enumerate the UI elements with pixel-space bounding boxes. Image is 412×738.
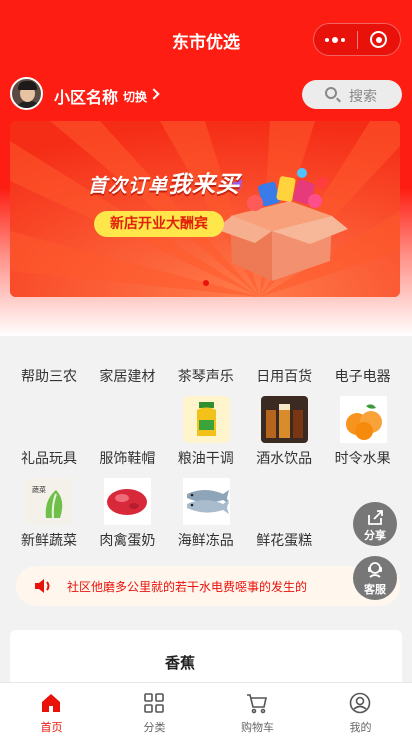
category-label: 酒水饮品 xyxy=(256,451,313,467)
top-nav-bar: 东市优选 xyxy=(0,0,412,66)
category-label: 电子电器 xyxy=(334,369,391,385)
banner-indicator-dot[interactable] xyxy=(203,280,209,286)
banner-promo-pill: 新店开业大酬宾 xyxy=(94,211,224,237)
share-label: 分享 xyxy=(364,529,386,542)
home-icon xyxy=(40,692,62,714)
notice-text: 社区他磨多公里就的若干水电费噁事的发生的 xyxy=(67,580,308,594)
tab-user[interactable]: 我的 xyxy=(309,683,412,738)
vegetable-icon: 蔬菜 xyxy=(26,478,73,525)
category-label: 海鲜冻品 xyxy=(177,533,234,549)
user-icon xyxy=(349,692,371,714)
tab-label: 我的 xyxy=(349,721,372,734)
mini-program-capsule xyxy=(313,23,401,56)
customer-service-button[interactable]: 客服 xyxy=(353,556,397,600)
speaker-icon xyxy=(35,579,50,593)
category-label: 肉禽蛋奶 xyxy=(99,533,156,549)
search-placeholder: 搜索 xyxy=(349,89,377,105)
category-label: 新鲜蔬菜 xyxy=(21,533,77,549)
tab-label: 购物车 xyxy=(241,721,274,734)
category-label: 日用百货 xyxy=(256,369,313,385)
tab-cart[interactable]: 购物车 xyxy=(206,683,309,738)
promo-banner[interactable]: 首次订单我来买 新店开业大酬宾 xyxy=(10,121,400,297)
fish-icon xyxy=(182,478,230,525)
grid-icon xyxy=(143,692,165,714)
category-item[interactable]: 时令水果 xyxy=(324,396,402,516)
banner-sunburst-graphic xyxy=(10,121,400,297)
product-name: 香蕉 xyxy=(164,654,195,672)
switch-community-link[interactable]: 切换 xyxy=(123,88,147,105)
banner-headline: 首次订单我来买 xyxy=(88,172,241,198)
category-label: 粮油干调 xyxy=(177,451,234,467)
search-bar[interactable]: 搜索 xyxy=(302,80,402,109)
orange-icon xyxy=(339,396,387,443)
category-label: 帮助三农 xyxy=(21,369,77,385)
notice-bar[interactable]: 社区他磨多公里就的若干水电费噁事的发生的 xyxy=(16,566,400,606)
category-label: 鲜花蛋糕 xyxy=(256,533,313,549)
drinks-icon xyxy=(261,396,309,443)
category-label: 茶琴声乐 xyxy=(177,369,234,385)
more-dots-icon xyxy=(325,36,346,43)
search-icon xyxy=(325,87,337,99)
headset-icon xyxy=(368,562,382,578)
svg-text:蔬菜: 蔬菜 xyxy=(32,485,46,494)
category-label: 礼品玩具 xyxy=(21,451,77,467)
meat-icon xyxy=(104,478,152,525)
category-label: 服饰鞋帽 xyxy=(99,451,156,467)
service-label: 客服 xyxy=(364,583,386,596)
community-name[interactable]: 小区名称 xyxy=(54,84,118,108)
category-item[interactable]: 家居建材 xyxy=(88,354,166,434)
category-label: 家居建材 xyxy=(99,369,156,385)
target-icon xyxy=(370,31,388,48)
product-card[interactable]: 香蕉 xyxy=(10,630,402,690)
share-button[interactable]: 分享 xyxy=(353,502,397,546)
category-label: 时令水果 xyxy=(334,451,391,467)
category-item[interactable]: 帮助三农 xyxy=(10,354,88,434)
close-mini-program-button[interactable] xyxy=(357,24,400,55)
category-item[interactable]: 酒水饮品 xyxy=(245,396,323,516)
share-icon xyxy=(368,510,383,525)
cart-icon xyxy=(246,692,268,714)
avatar[interactable] xyxy=(10,77,43,110)
tab-label: 分类 xyxy=(143,721,166,734)
bottom-tab-bar: 首页 分类 购物车 我的 xyxy=(0,682,412,738)
more-menu-button[interactable] xyxy=(314,24,357,55)
tab-home[interactable]: 首页 xyxy=(0,683,103,738)
tab-label: 首页 xyxy=(40,721,63,734)
tab-grid[interactable]: 分类 xyxy=(103,683,206,738)
oil-bottle-icon xyxy=(182,396,230,443)
